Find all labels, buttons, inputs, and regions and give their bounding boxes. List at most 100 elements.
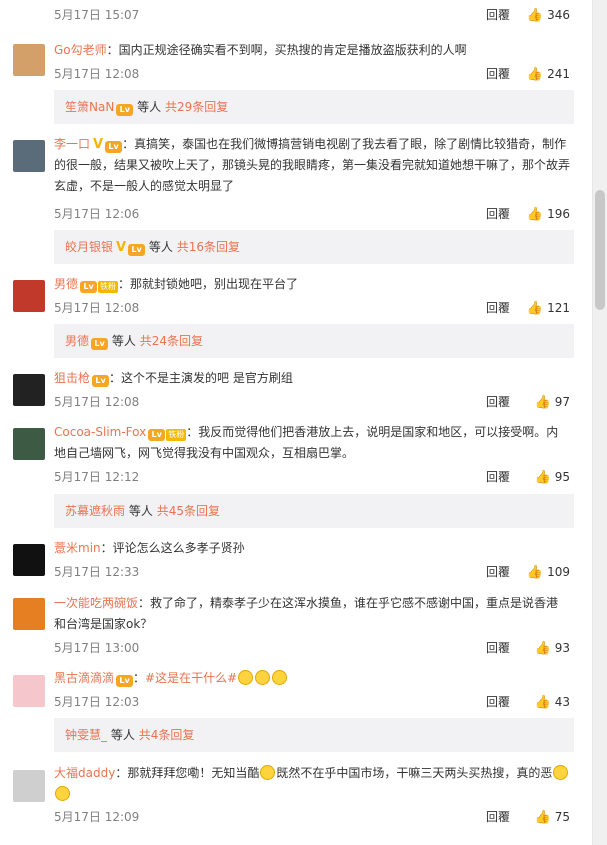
v-badge-icon: V <box>116 240 127 255</box>
sub-reply-middle: 等人 <box>148 240 173 254</box>
comment-body: ：那就拜拜您嘞！无知当酷 <box>115 766 260 780</box>
comment-username[interactable]: 黑古滴滴滴 <box>54 671 114 685</box>
avatar[interactable] <box>13 770 45 802</box>
thumbs-up-icon: 👍 <box>534 810 551 825</box>
comment-meta: 5月17日 12:33 回覆 👍 109 <box>54 563 570 581</box>
sub-replies-bar[interactable]: 钟雯慧_ 等人 共4条回复 <box>54 718 574 752</box>
like-button[interactable]: 👍 109 <box>520 563 570 582</box>
avatar[interactable] <box>13 280 45 312</box>
sub-reply-user[interactable]: 男德 <box>65 334 89 348</box>
thumbs-up-icon: 👍 <box>526 207 544 222</box>
thumbs-up-icon: 👍 <box>534 395 551 410</box>
thumbs-up-icon: 👍 <box>526 67 544 82</box>
comment-item: Cocoa-Slim-Fox Lv 铁粉 ：我反而觉得他们把香港放上去，说明是国家和地… <box>0 420 592 530</box>
sub-replies-bar[interactable]: 男德 Lv 等人 共24条回复 <box>54 324 574 358</box>
reply-button[interactable]: 回覆 <box>486 6 510 24</box>
comment-meta: 5月17日 12:08 回覆 👍 241 <box>54 65 570 83</box>
thumbs-up-icon: 👍 <box>534 695 551 710</box>
like-count: 241 <box>547 67 570 81</box>
comment-text: 黑古滴滴滴 Lv ：#这是在干什么# <box>54 668 570 689</box>
comment-username[interactable]: Cocoa-Slim-Fox <box>54 425 146 439</box>
sub-replies-bar[interactable]: 皎月银银 V Lv 等人 共16条回复 <box>54 230 574 264</box>
comment-text: 男德 Lv 铁粉 ：那就封锁她吧，别出现在平台了 <box>54 274 570 295</box>
comment-username[interactable]: 李一口 <box>54 137 90 151</box>
level-badge-icon: Lv <box>91 338 109 350</box>
like-button[interactable]: 👍 121 <box>520 299 570 318</box>
sub-reply-middle: 等人 <box>128 504 153 518</box>
comment-username[interactable]: 大福daddy <box>54 766 115 780</box>
comment-meta: 5月17日 13:00 回覆 👍 93 <box>54 639 570 657</box>
like-count: 346 <box>547 8 570 22</box>
sub-reply-user[interactable]: 苏幕遮秋雨 <box>65 504 125 518</box>
emoji-icon <box>272 670 288 685</box>
comment-username[interactable]: 薏米min <box>54 541 101 555</box>
emoji-icon <box>255 670 271 685</box>
reply-button[interactable]: 回覆 <box>486 299 510 317</box>
more-replies-link[interactable]: 共29条回复 <box>165 100 228 114</box>
like-button[interactable]: 👍 75 <box>520 808 570 827</box>
reply-button[interactable]: 回覆 <box>486 693 510 711</box>
avatar[interactable] <box>13 428 45 460</box>
avatar[interactable] <box>13 544 45 576</box>
comment-panel: 5月17日 15:07 回覆 👍 346 Go勾老师：国内正规途径确实看不到啊，买… <box>0 0 592 845</box>
more-replies-link[interactable]: 共24条回复 <box>140 334 203 348</box>
comment-time: 5月17日 15:07 <box>54 8 140 22</box>
avatar[interactable] <box>13 675 45 707</box>
thumbs-up-icon: 👍 <box>526 301 544 316</box>
fan-badge: 铁粉 <box>166 429 187 441</box>
comment-body: ：国内正规途径确实看不到啊，买热搜的肯定是播放盗版获利的人啊 <box>106 43 467 57</box>
like-button[interactable]: 👍 93 <box>520 639 570 658</box>
comment-item: 大福daddy：那就拜拜您嘞！无知当酷 既然不在乎中国市场，干嘛三天两头买热搜，真… <box>0 762 592 842</box>
sub-replies-bar[interactable]: 笙箫NaN Lv 等人 共29条回复 <box>54 90 574 124</box>
hashtag-link[interactable]: #这是在干什么# <box>145 671 237 685</box>
more-replies-link[interactable]: 共4条回复 <box>139 728 195 742</box>
comment-meta: 5月17日 12:09 回覆 👍 75 <box>54 808 570 826</box>
comment-time: 5月17日 12:09 <box>54 810 140 824</box>
comment-body-cont: 既然不在乎中国市场，干嘛三天两头买热搜，真的恶 <box>276 766 553 780</box>
comment-username[interactable]: 狙击枪 <box>54 371 90 385</box>
like-count: 196 <box>547 207 570 221</box>
reply-button[interactable]: 回覆 <box>486 65 510 83</box>
scrollbar-thumb[interactable] <box>595 190 605 310</box>
reply-button[interactable]: 回覆 <box>486 393 510 411</box>
thumbs-up-icon: 👍 <box>526 8 544 23</box>
sub-reply-user[interactable]: 笙箫NaN <box>65 100 114 114</box>
comment-body: ：那就封锁她吧，别出现在平台了 <box>118 277 299 291</box>
comment-body: ：评论怎么这么多孝子贤孙 <box>100 541 245 555</box>
avatar[interactable] <box>13 598 45 630</box>
sub-reply-user[interactable]: 皎月银银 <box>65 240 113 254</box>
sub-replies-bar[interactable]: 苏幕遮秋雨 等人 共45条回复 <box>54 494 574 528</box>
sub-reply-user[interactable]: 钟雯慧_ <box>65 728 107 742</box>
comment-meta: 5月17日 12:08 回覆 👍 97 <box>54 393 570 411</box>
comment-item: 黑古滴滴滴 Lv ：#这是在干什么# 5月17日 12:03 回覆 👍 43 钟雯慧_… <box>0 667 592 757</box>
like-button[interactable]: 👍 346 <box>520 6 570 25</box>
like-button[interactable]: 👍 95 <box>520 468 570 487</box>
more-replies-link[interactable]: 共45条回复 <box>157 504 220 518</box>
comment-time: 5月17日 12:03 <box>54 695 140 709</box>
reply-button[interactable]: 回覆 <box>486 808 510 826</box>
reply-button[interactable]: 回覆 <box>486 468 510 486</box>
comment-text: 李一口 V Lv ：真搞笑，泰国也在我们微博搞营销电视剧了我去看了眼，除了剧情比较猎奇… <box>54 134 570 197</box>
comment-username[interactable]: 男德 <box>54 277 78 291</box>
comment-body: ：这个不是主演发的吧 是官方刷组 <box>109 371 293 385</box>
thumbs-up-icon: 👍 <box>534 470 551 485</box>
comment-username[interactable]: Go勾老师 <box>54 43 107 57</box>
like-count: 95 <box>554 470 570 484</box>
avatar[interactable] <box>13 374 45 406</box>
more-replies-link[interactable]: 共16条回复 <box>177 240 240 254</box>
like-button[interactable]: 👍 97 <box>520 393 570 412</box>
avatar[interactable] <box>13 140 45 172</box>
like-button[interactable]: 👍 196 <box>520 205 570 224</box>
avatar[interactable] <box>13 44 45 76</box>
like-button[interactable]: 👍 43 <box>520 693 570 712</box>
reply-button[interactable]: 回覆 <box>486 205 510 223</box>
reply-button[interactable]: 回覆 <box>486 563 510 581</box>
vertical-scrollbar[interactable] <box>592 0 607 845</box>
comment-username[interactable]: 一次能吃两碗饭 <box>54 596 138 610</box>
level-badge-icon: Lv <box>116 104 134 116</box>
comment-body: ：真搞笑，泰国也在我们微博搞营销电视剧了我去看了眼，除了剧情比较猎奇，制作的很一… <box>54 137 571 193</box>
reply-button[interactable]: 回覆 <box>486 639 510 657</box>
like-count: 97 <box>554 395 570 409</box>
sub-reply-middle: 等人 <box>110 728 135 742</box>
like-button[interactable]: 👍 241 <box>520 65 570 84</box>
